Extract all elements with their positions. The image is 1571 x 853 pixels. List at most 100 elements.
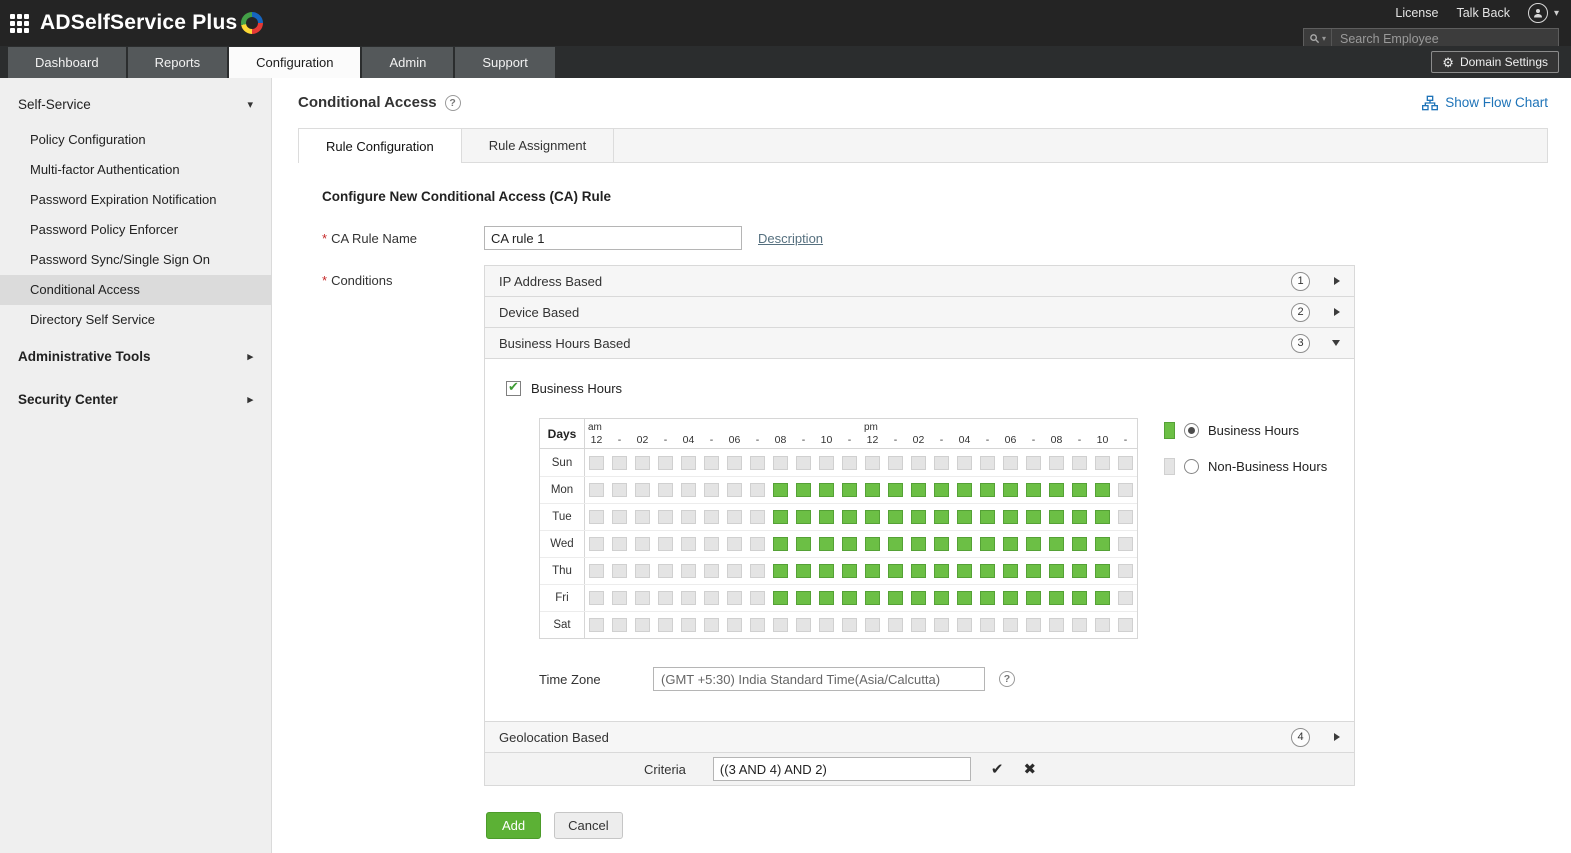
hour-cell[interactable]	[773, 537, 788, 551]
hour-cell[interactable]	[1003, 456, 1018, 470]
hour-cell[interactable]	[658, 591, 673, 605]
hour-cell[interactable]	[658, 483, 673, 497]
hour-cell[interactable]	[1049, 510, 1064, 524]
hour-cell[interactable]	[773, 564, 788, 578]
hour-cell[interactable]	[865, 618, 880, 632]
hour-cell[interactable]	[819, 456, 834, 470]
hour-cell[interactable]	[681, 564, 696, 578]
hour-cell[interactable]	[865, 591, 880, 605]
hour-cell[interactable]	[1049, 591, 1064, 605]
hour-cell[interactable]	[796, 483, 811, 497]
hour-cell[interactable]	[842, 618, 857, 632]
hour-cell[interactable]	[658, 510, 673, 524]
hour-cell[interactable]	[681, 456, 696, 470]
hour-cell[interactable]	[819, 483, 834, 497]
hour-cell[interactable]	[888, 537, 903, 551]
hour-cell[interactable]	[727, 456, 742, 470]
hour-cell[interactable]	[957, 456, 972, 470]
hour-cell[interactable]	[1003, 564, 1018, 578]
hour-cell[interactable]	[1026, 591, 1041, 605]
hour-cell[interactable]	[888, 456, 903, 470]
sidebar-item-conditional-access[interactable]: Conditional Access	[0, 275, 271, 305]
hour-cell[interactable]	[612, 564, 627, 578]
hour-cell[interactable]	[911, 537, 926, 551]
accordion-business-hours-based[interactable]: Business Hours Based 3	[484, 327, 1355, 359]
user-avatar-icon[interactable]	[1528, 3, 1548, 23]
hour-cell[interactable]	[589, 591, 604, 605]
criteria-apply-icon[interactable]: ✔	[991, 762, 1004, 777]
hour-cell[interactable]	[1072, 456, 1087, 470]
hour-cell[interactable]	[773, 591, 788, 605]
hour-cell[interactable]	[681, 591, 696, 605]
timezone-help-icon[interactable]: ?	[999, 671, 1015, 687]
hour-cell[interactable]	[589, 456, 604, 470]
hour-cell[interactable]	[1072, 618, 1087, 632]
hour-cell[interactable]	[727, 510, 742, 524]
hour-cell[interactable]	[957, 510, 972, 524]
hour-cell[interactable]	[704, 456, 719, 470]
hour-cell[interactable]	[1003, 510, 1018, 524]
hour-cell[interactable]	[819, 591, 834, 605]
hour-cell[interactable]	[957, 564, 972, 578]
hour-cell[interactable]	[865, 510, 880, 524]
cancel-button[interactable]: Cancel	[554, 812, 622, 839]
hour-cell[interactable]	[819, 537, 834, 551]
hour-cell[interactable]	[980, 537, 995, 551]
hour-cell[interactable]	[796, 537, 811, 551]
hour-cell[interactable]	[704, 537, 719, 551]
hour-cell[interactable]	[635, 456, 650, 470]
hour-cell[interactable]	[796, 591, 811, 605]
hour-cell[interactable]	[842, 456, 857, 470]
hour-cell[interactable]	[704, 591, 719, 605]
hour-cell[interactable]	[957, 618, 972, 632]
hour-cell[interactable]	[750, 537, 765, 551]
hour-cell[interactable]	[980, 510, 995, 524]
hour-cell[interactable]	[681, 618, 696, 632]
hour-cell[interactable]	[635, 537, 650, 551]
hour-cell[interactable]	[796, 510, 811, 524]
hour-cell[interactable]	[865, 537, 880, 551]
hour-cell[interactable]	[865, 564, 880, 578]
non-business-hours-radio[interactable]	[1184, 459, 1199, 474]
hour-cell[interactable]	[1003, 618, 1018, 632]
sidebar-item-password-sync[interactable]: Password Sync/Single Sign On	[0, 245, 271, 275]
hour-cell[interactable]	[658, 456, 673, 470]
hour-cell[interactable]	[1118, 483, 1133, 497]
hour-cell[interactable]	[957, 591, 972, 605]
hour-cell[interactable]	[934, 618, 949, 632]
accordion-device-based[interactable]: Device Based 2	[484, 296, 1355, 328]
hour-cell[interactable]	[658, 618, 673, 632]
hour-cell[interactable]	[750, 456, 765, 470]
hour-cell[interactable]	[612, 591, 627, 605]
hour-cell[interactable]	[911, 591, 926, 605]
hour-cell[interactable]	[1072, 483, 1087, 497]
hour-cell[interactable]	[704, 564, 719, 578]
hour-cell[interactable]	[635, 483, 650, 497]
hour-cell[interactable]	[727, 618, 742, 632]
hour-cell[interactable]	[1026, 537, 1041, 551]
hour-cell[interactable]	[750, 564, 765, 578]
hour-cell[interactable]	[1026, 456, 1041, 470]
search-input[interactable]	[1332, 32, 1558, 46]
hour-cell[interactable]	[934, 564, 949, 578]
hour-cell[interactable]	[980, 591, 995, 605]
hour-cell[interactable]	[842, 483, 857, 497]
add-button[interactable]: Add	[486, 812, 541, 839]
hour-cell[interactable]	[612, 510, 627, 524]
hour-cell[interactable]	[1118, 537, 1133, 551]
sidebar-item-directory-self-service[interactable]: Directory Self Service	[0, 305, 271, 335]
hour-cell[interactable]	[750, 591, 765, 605]
hour-cell[interactable]	[1095, 591, 1110, 605]
hour-cell[interactable]	[750, 618, 765, 632]
hour-cell[interactable]	[1118, 618, 1133, 632]
hour-cell[interactable]	[957, 483, 972, 497]
hour-cell[interactable]	[911, 618, 926, 632]
business-hours-checkbox[interactable]	[506, 381, 521, 396]
hour-cell[interactable]	[1072, 537, 1087, 551]
hour-cell[interactable]	[1095, 537, 1110, 551]
hour-cell[interactable]	[865, 456, 880, 470]
ca-rule-name-input[interactable]	[484, 226, 742, 250]
hour-cell[interactable]	[1003, 483, 1018, 497]
hour-cell[interactable]	[796, 456, 811, 470]
accordion-geolocation-based[interactable]: Geolocation Based 4	[484, 721, 1355, 753]
